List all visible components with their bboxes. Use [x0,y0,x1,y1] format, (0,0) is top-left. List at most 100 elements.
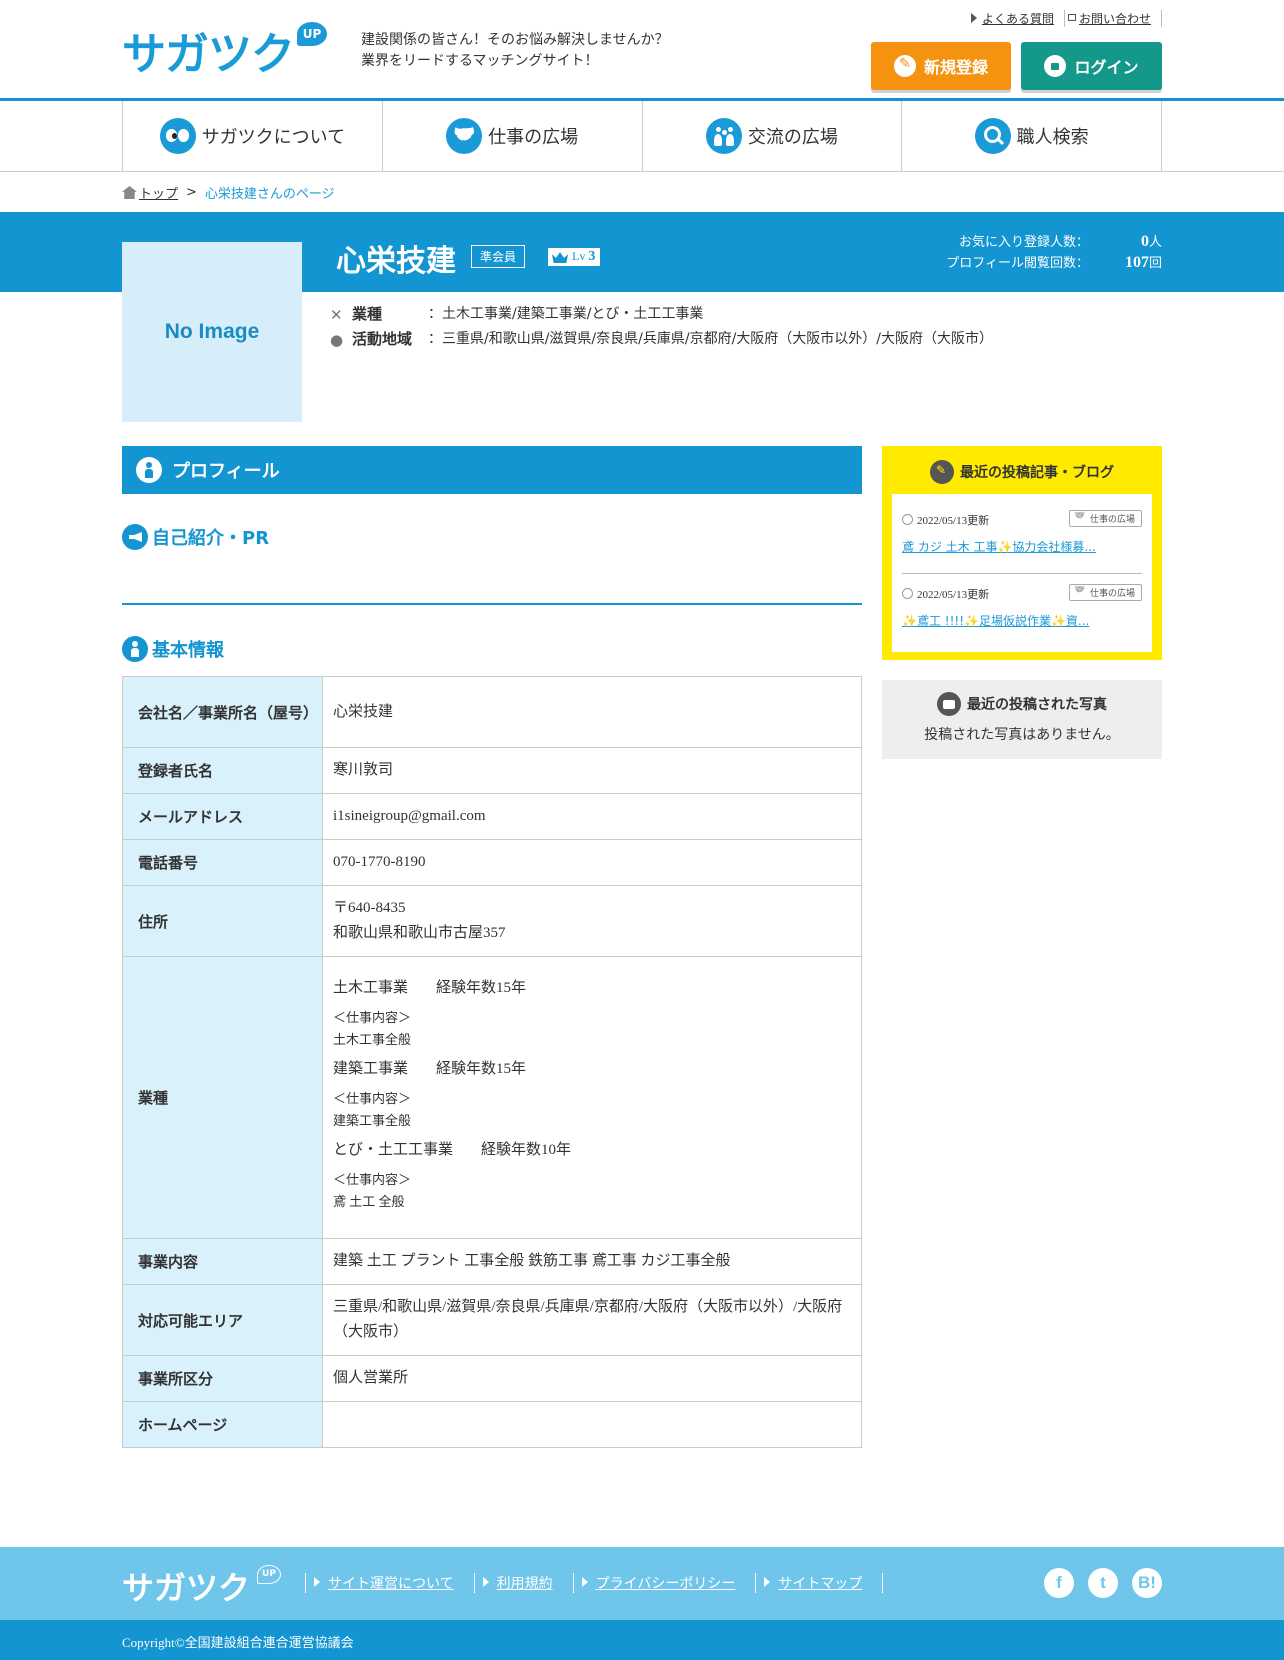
views-unit: 回 [1148,256,1162,271]
no-photos-text: 投稿された写真はありません。 [924,727,1120,743]
recent-photos-box: 最近の投稿された写真 投稿された写真はありません。 [882,680,1162,759]
nav-item-community[interactable]: 交流の広場 [643,101,903,171]
nav-label: 仕事の広場 [488,127,579,148]
service-area-label: 対応可能エリア [122,1284,323,1356]
job-name: 建築工事業 [333,1061,409,1077]
megaphone-icon [122,524,148,550]
favorites-count: 0 [1140,233,1149,250]
homepage-value[interactable] [322,1401,862,1448]
recent-posts-box: 最近の投稿記事・ブログ 2022/05/13更新 仕事の広場 鳶 カジ 土木 工… [882,446,1162,660]
profile-image-placeholder: No Image [122,242,302,422]
business-label: 事業内容 [122,1238,323,1285]
recent-photos-title: 最近の投稿された写真 [967,697,1107,713]
nav-label: 交流の広場 [747,127,838,148]
facebook-icon[interactable]: f [1044,1568,1074,1598]
job-years: 経験年数10年 [481,1142,572,1158]
contact-link[interactable]: お問い合わせ [1065,10,1162,27]
pr-heading: 自己紹介・PR [122,524,269,550]
divider [122,603,862,605]
table-row: メールアドレス i1sineigroup@gmail.com [122,793,862,840]
nav-item-about[interactable]: サガツクについて [123,101,383,171]
views-count: 107 [1124,254,1149,271]
home-icon [122,186,137,199]
global-nav: サガツクについて 仕事の広場 交流の広場 職人検索 [0,101,1284,172]
people-icon [705,118,742,154]
tools-icon: ✕ [330,306,343,324]
email-value: i1sineigroup@gmail.com [322,793,862,840]
level-prefix: Lv [572,249,586,263]
tagline-line-1: 建設関係の皆さん！そのお悩み解決しませんか？ [361,32,669,48]
basic-title: 基本情報 [152,640,224,661]
views-label: プロフィール閲覧回数： [946,256,1089,271]
homepage-label: ホームページ [122,1401,323,1448]
level-badge: Lv 3 [548,248,601,266]
nav-item-jobs[interactable]: 仕事の広場 [383,101,643,171]
faq-link[interactable]: よくある質問 [968,10,1065,27]
register-button[interactable]: 新規登録 [871,42,1011,90]
job-years: 経験年数15年 [436,1061,527,1077]
registrant-label: 登録者氏名 [122,747,323,794]
profile-meta: ✕ 業種 ：土木工事業/建築工事業/とび・土工工事業 ● 活動地域 ：三重県/和歌山… [330,302,993,352]
register-label: 新規登録 [923,58,988,77]
recent-posts-list: 2022/05/13更新 仕事の広場 鳶 カジ 土木 工事✨協力会社様募... … [892,494,1152,652]
footer-link-privacy[interactable]: プライバシーポリシー [574,1573,757,1593]
table-row: 事業内容 建築 土工 プラント 工事全般 鉄筋工事 鳶工事 カジ工事全般 [122,1238,862,1285]
site-footer: サガツク UP サイト運営について 利用規約 プライバシーポリシー サイトマップ… [0,1547,1284,1620]
copyright-text: Copyright©全国建設組合連合運営協議会 [122,1635,354,1650]
address-value: 和歌山県和歌山市古屋357 [333,925,506,941]
profile-section-header: プロフィール [122,446,862,494]
nav-label: サガツクについて [201,127,346,148]
job-content-label: ＜仕事内容＞ [333,1172,412,1187]
site-logo[interactable]: サガツク UP [122,18,327,82]
footer-link-sitemap[interactable]: サイトマップ [756,1573,884,1593]
handshake-icon [446,118,483,154]
footer-logo-text: サガツク [122,1569,251,1607]
address-cell: 〒640-8435 和歌山県和歌山市古屋357 [322,885,862,957]
area-value: ：三重県/和歌山県/滋賀県/奈良県/兵庫県/京都府/大阪府（大阪市以外）/大阪府… [428,331,994,347]
industry-label: 業種 [122,956,323,1239]
postal-code: 〒640-8435 [333,900,406,916]
footer-link-terms[interactable]: 利用規約 [475,1573,574,1593]
login-label: ログイン [1074,58,1139,77]
post-tag: 仕事の広場 [1068,584,1142,601]
profile-name: 心栄技建 [336,244,456,279]
job-entry: 土木工事業 経験年数15年 ＜仕事内容＞ 土木工事全般 [333,976,851,1051]
recent-posts-title: 最近の投稿記事・ブログ [960,465,1114,481]
business-value: 建築 土工 プラント 工事全般 鉄筋工事 鳶工事 カジ工事全般 [322,1238,862,1285]
phone-value: 070-1770-8190 [322,839,862,886]
industry-value: ：土木工事業/建築工事業/とび・土工工事業 [428,306,704,322]
search-icon [974,118,1011,154]
login-button[interactable]: ログイン [1021,42,1162,90]
table-row: 住所 〒640-8435 和歌山県和歌山市古屋357 [122,885,862,957]
social-links: f t B! [1044,1568,1162,1598]
eyes-icon [159,118,196,154]
job-years: 経験年数15年 [436,980,527,996]
office-type-label: 事業所区分 [122,1355,323,1402]
basic-info-heading: 基本情報 [122,636,224,662]
breadcrumb-top-link[interactable]: トップ [139,183,178,202]
person-icon [136,457,162,483]
recent-photos-heading: 最近の投稿された写真 [882,692,1162,716]
nav-item-search[interactable]: 職人検索 [902,101,1162,171]
footer-logo[interactable]: サガツク UP [122,1563,281,1609]
job-content: 鳶 土工 全般 [333,1194,405,1209]
post-tag: 仕事の広場 [1068,510,1142,527]
recent-posts-heading: 最近の投稿記事・ブログ [892,456,1152,488]
twitter-icon[interactable]: t [1088,1568,1118,1598]
job-name: 土木工事業 [333,980,409,996]
service-area-value: 三重県/和歌山県/滋賀県/奈良県/兵庫県/京都府/大阪府（大阪市以外）/大阪府（… [322,1284,862,1356]
hatena-bookmark-icon[interactable]: B! [1132,1568,1162,1598]
footer-logo-badge: UP [257,1565,281,1584]
favorites-unit: 人 [1148,235,1162,250]
tagline-line-2: 業界をリードするマッチングサイト！ [361,53,599,69]
post-title-link[interactable]: 鳶 カジ 土木 工事✨協力会社様募... [902,538,1142,555]
breadcrumb-separator: > [186,185,197,200]
logo-badge: UP [297,22,327,46]
footer-link-about[interactable]: サイト運営について [306,1573,475,1593]
copyright-bar: Copyright©全国建設組合連合運営協議会 [0,1620,1284,1660]
map-pin-icon: ● [330,331,344,349]
breadcrumb-current: 心栄技建さんのページ [204,187,335,202]
post-title-link[interactable]: ✨鳶工 !!!!✨足場仮説作業✨資... [902,612,1142,629]
job-content-label: ＜仕事内容＞ [333,1091,412,1106]
breadcrumb: トップ > 心栄技建さんのページ [122,183,335,202]
